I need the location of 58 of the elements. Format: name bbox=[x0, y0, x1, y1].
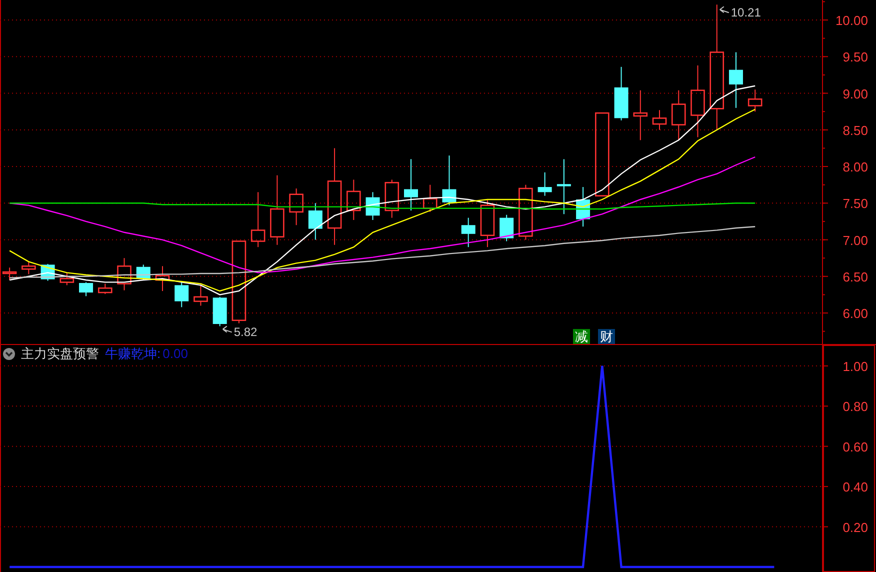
axis-label: 1.00 bbox=[842, 358, 868, 374]
candlestick bbox=[652, 110, 667, 130]
axis-label: 10.00 bbox=[835, 13, 868, 28]
axis-label: 8.00 bbox=[842, 160, 868, 174]
candlestick bbox=[422, 184, 438, 212]
axis-label: 7.50 bbox=[842, 196, 868, 212]
candlestick bbox=[174, 282, 189, 308]
candlestick bbox=[308, 202, 322, 240]
candlestick bbox=[60, 272, 74, 286]
axis-label: 6.00 bbox=[842, 306, 868, 322]
candlestick bbox=[212, 296, 227, 327]
axis-label: 0.60 bbox=[842, 439, 868, 454]
signal-tag: 财 bbox=[598, 329, 615, 344]
candlestick bbox=[518, 184, 533, 240]
candlestick bbox=[98, 283, 112, 294]
axis-label: 8.50 bbox=[842, 122, 868, 138]
annotation: 10.21 bbox=[730, 6, 762, 20]
axis-label: 7.00 bbox=[842, 232, 868, 248]
candlestick bbox=[556, 158, 571, 215]
axis-label: 6.50 bbox=[842, 269, 868, 284]
candlestick bbox=[117, 258, 132, 291]
candlestick bbox=[136, 264, 150, 281]
candlestick bbox=[480, 200, 495, 248]
axis-label: 0.40 bbox=[842, 480, 868, 495]
candlestick bbox=[2, 267, 17, 281]
candlestick bbox=[366, 192, 380, 220]
candlestick bbox=[671, 90, 686, 141]
candlestick bbox=[442, 155, 456, 206]
collapse-icon[interactable] bbox=[3, 348, 15, 360]
candlestick bbox=[250, 192, 266, 248]
candlestick bbox=[346, 179, 361, 220]
candlestick bbox=[404, 158, 418, 211]
candlestick bbox=[79, 282, 94, 297]
candlestick bbox=[194, 284, 208, 306]
candlestick bbox=[289, 188, 304, 226]
candlestick bbox=[500, 214, 514, 242]
candlestick bbox=[155, 266, 170, 292]
indicator-title: 主力实盘预警 bbox=[21, 346, 99, 362]
axis-label: 0.80 bbox=[842, 399, 868, 414]
axis-label: 9.00 bbox=[842, 86, 868, 102]
candlestick bbox=[270, 174, 284, 246]
candlestick bbox=[748, 89, 762, 112]
annotation: 5.82 bbox=[234, 325, 258, 340]
candlestick bbox=[538, 172, 552, 196]
legend-label: 牛赚乾坤: bbox=[105, 346, 161, 362]
candlestick bbox=[461, 217, 476, 248]
axis-label: 9.50 bbox=[842, 50, 868, 65]
candlestick bbox=[384, 179, 400, 218]
legend-value: 0.00 bbox=[162, 346, 188, 362]
candlestick bbox=[22, 261, 36, 275]
candlestick bbox=[614, 66, 628, 121]
candlestick bbox=[633, 90, 648, 141]
axis-label: 0.20 bbox=[842, 520, 868, 535]
candlestick bbox=[576, 186, 590, 228]
candlestick bbox=[728, 52, 743, 108]
price-callout: 10.21 bbox=[719, 6, 761, 20]
signal-tag: 减 bbox=[573, 329, 590, 344]
price-callout: 5.82 bbox=[222, 325, 258, 340]
